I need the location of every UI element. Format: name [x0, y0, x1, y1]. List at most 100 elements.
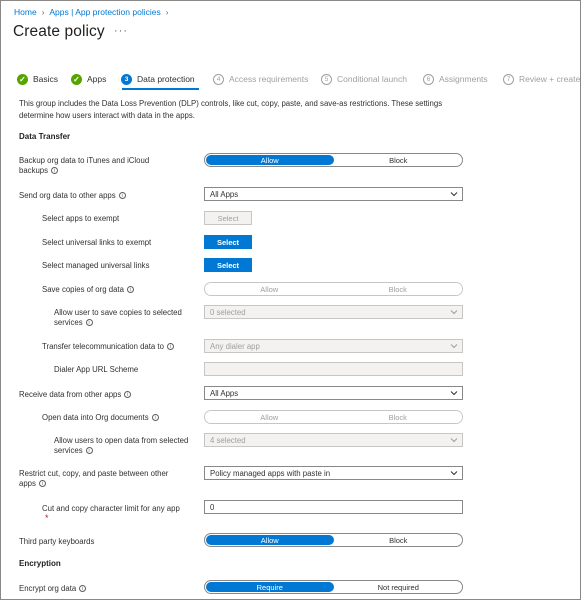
open-org-allow-option[interactable]: Allow [205, 411, 334, 423]
active-tab-indicator [122, 88, 199, 90]
open-services-dropdown[interactable]: 4 selected [204, 433, 463, 447]
save-copies-block-option[interactable]: Block [333, 283, 462, 295]
step-number-icon: 7 [503, 73, 514, 85]
tab-conditional-launch[interactable]: 5 Conditional launch [321, 71, 407, 87]
tab-label: Review + create [519, 74, 581, 84]
tab-label: Access requirements [229, 74, 309, 84]
save-copies-label: Save copies of org data i [42, 285, 134, 295]
telecom-dropdown[interactable]: Any dialer app [204, 339, 463, 353]
universal-links-label: Select universal links to exempt [42, 238, 152, 247]
save-services-dropdown[interactable]: 0 selected [204, 305, 463, 319]
cut-copy-dropdown[interactable]: Policy managed apps with paste in [204, 466, 463, 480]
info-icon[interactable]: i [79, 585, 87, 593]
step-number-icon: 4 [213, 73, 224, 85]
step-number-icon: 5 [321, 73, 332, 85]
info-icon[interactable]: i [126, 286, 134, 294]
more-options-icon[interactable]: ··· [114, 25, 128, 37]
open-services-label-text: Allow users to open data from selected s… [54, 436, 189, 455]
section-encryption: Encryption [19, 559, 61, 568]
open-org-toggle[interactable]: Allow Block [204, 410, 463, 424]
receive-dropdown-value: All Apps [210, 388, 239, 398]
keyboards-allow-option[interactable]: Allow [206, 535, 334, 545]
required-indicator: * [45, 513, 49, 523]
tab-assignments[interactable]: 6 Assignments [423, 71, 488, 87]
receive-label-text: Receive data from other apps [19, 390, 122, 399]
backup-allow-option[interactable]: Allow [206, 155, 334, 165]
managed-universal-label: Select managed universal links [42, 261, 150, 270]
cut-copy-label: Restrict cut, copy, and paste between ot… [19, 469, 169, 489]
step-number-icon: 6 [423, 73, 434, 85]
step-number-icon: 3 [121, 73, 132, 85]
info-icon[interactable]: i [151, 414, 159, 422]
save-copies-label-text: Save copies of org data [42, 285, 124, 294]
tab-basics[interactable]: ✓ Basics [17, 71, 58, 87]
open-org-block-option[interactable]: Block [333, 411, 462, 423]
tab-label: Conditional launch [337, 74, 407, 84]
open-services-value: 4 selected [210, 435, 246, 445]
intro-text: This group includes the Data Loss Preven… [19, 99, 443, 120]
receive-dropdown[interactable]: All Apps [204, 386, 463, 400]
tab-review-create[interactable]: 7 Review + create [503, 71, 580, 87]
breadcrumb: Home › Apps | App protection policies › [14, 7, 173, 17]
select-universal-links-button[interactable]: Select [204, 235, 252, 249]
select-exempt-apps-button[interactable]: Select [204, 211, 252, 225]
check-circle-icon: ✓ [17, 73, 28, 85]
info-icon[interactable]: i [38, 480, 46, 488]
tab-label: Apps [87, 74, 107, 84]
tab-label: Basics [33, 74, 59, 84]
encrypt-not-required-option[interactable]: Not required [335, 581, 463, 593]
chevron-down-icon [450, 438, 458, 443]
encrypt-require-option[interactable]: Require [206, 582, 334, 592]
info-icon[interactable]: i [85, 447, 93, 455]
tab-apps[interactable]: ✓ Apps [71, 71, 106, 87]
select-managed-links-button[interactable]: Select [204, 258, 252, 272]
chevron-down-icon [450, 471, 458, 476]
backup-block-option[interactable]: Block [335, 154, 463, 166]
telecom-label-text: Transfer telecommunication data to [42, 342, 164, 351]
dialer-label: Dialer App URL Scheme [54, 365, 139, 374]
info-icon[interactable]: i [124, 391, 132, 399]
send-label: Send org data to other apps i [19, 191, 126, 201]
keyboards-toggle[interactable]: Allow Block [204, 533, 463, 547]
send-dropdown-value: All Apps [210, 189, 239, 199]
breadcrumb-home[interactable]: Home [14, 7, 37, 17]
send-dropdown[interactable]: All Apps [204, 187, 463, 201]
tab-data-protection[interactable]: 3 Data protection [121, 71, 195, 87]
info-icon[interactable]: i [85, 319, 93, 327]
dialer-url-input[interactable] [204, 362, 463, 376]
save-services-value: 0 selected [210, 307, 246, 317]
check-circle-icon: ✓ [71, 73, 82, 85]
telecom-label: Transfer telecommunication data to i [42, 342, 174, 352]
send-label-text: Send org data to other apps [19, 191, 116, 200]
open-org-label-text: Open data into Org documents [42, 413, 149, 422]
backup-label: Backup org data to iTunes and iCloud bac… [19, 156, 179, 176]
info-icon[interactable]: i [51, 167, 59, 175]
save-copies-toggle[interactable]: Allow Block [204, 282, 463, 296]
chevron-right-icon: › [165, 7, 169, 17]
keyboards-label: Third party keyboards [19, 537, 95, 546]
save-services-label-text: Allow user to save copies to selected se… [54, 308, 182, 327]
info-icon[interactable]: i [118, 192, 126, 200]
receive-label: Receive data from other apps i [19, 390, 132, 400]
wizard-tabs: ✓ Basics ✓ Apps 3 Data protection 4 Acce… [17, 71, 581, 87]
backup-label-text: Backup org data to iTunes and iCloud bac… [19, 156, 150, 175]
char-limit-label: Cut and copy character limit for any app [42, 504, 180, 513]
telecom-value: Any dialer app [210, 341, 260, 351]
encrypt-label: Encrypt org data i [19, 584, 87, 594]
info-icon[interactable]: i [166, 343, 174, 351]
section-data-transfer: Data Transfer [19, 132, 71, 141]
chevron-down-icon [450, 391, 458, 396]
open-services-label: Allow users to open data from selected s… [54, 436, 194, 456]
chevron-down-icon [450, 344, 458, 349]
tab-access-requirements[interactable]: 4 Access requirements [213, 71, 308, 87]
keyboards-block-option[interactable]: Block [335, 534, 463, 546]
breadcrumb-apps[interactable]: Apps | App protection policies [49, 7, 160, 17]
page-frame: Home › Apps | App protection policies › … [0, 0, 581, 600]
backup-toggle[interactable]: Allow Block [204, 153, 463, 167]
encrypt-toggle[interactable]: Require Not required [204, 580, 463, 594]
char-limit-input[interactable]: 0 [204, 500, 463, 514]
save-services-label: Allow user to save copies to selected se… [54, 308, 194, 328]
chevron-down-icon [450, 192, 458, 197]
save-copies-allow-option[interactable]: Allow [205, 283, 334, 295]
chevron-right-icon: › [41, 7, 45, 17]
